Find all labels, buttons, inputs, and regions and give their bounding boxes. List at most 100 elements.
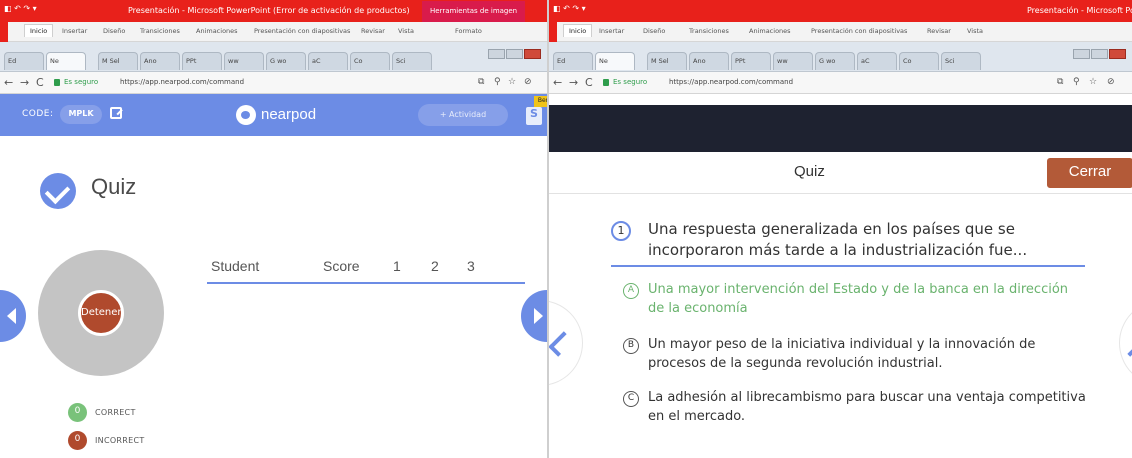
question-divider xyxy=(611,265,1085,267)
star-icon[interactable]: ☆ xyxy=(508,77,516,87)
column-score: Score xyxy=(323,258,360,274)
browser-tab[interactable]: aC xyxy=(857,52,897,70)
browser-tab[interactable]: M Sel xyxy=(647,52,687,70)
ribbon-tab-inicio[interactable]: Inicio xyxy=(24,24,54,37)
ribbon-tab-transiciones[interactable]: Transiciones xyxy=(140,27,180,35)
quick-access-icons[interactable]: ◧ ↶ ↷ ▾ xyxy=(553,4,586,13)
logo-text: nearpod xyxy=(261,106,317,123)
maximize-button[interactable] xyxy=(506,49,523,59)
ribbon-tab-vista[interactable]: Vista xyxy=(967,27,983,35)
star-icon[interactable]: ☆ xyxy=(1089,77,1097,87)
lock-icon xyxy=(603,79,609,86)
ribbon-tab-animaciones[interactable]: Animaciones xyxy=(749,27,791,35)
browser-tab[interactable]: ww xyxy=(224,52,264,70)
browser-tab[interactable]: PPt xyxy=(182,52,222,70)
forward-icon[interactable]: → xyxy=(20,76,29,89)
column-q2: 2 xyxy=(431,258,439,274)
browser-tab[interactable]: ww xyxy=(773,52,813,70)
add-activity-button[interactable]: + Actividad xyxy=(418,104,508,126)
close-window-button[interactable] xyxy=(524,49,541,59)
column-q3: 3 xyxy=(467,258,475,274)
corner-tag: Ber xyxy=(534,96,547,107)
previous-slide-button[interactable] xyxy=(0,290,26,342)
ribbon-tab-diseno[interactable]: Diseño xyxy=(643,27,665,35)
browser-tab[interactable]: G wo xyxy=(266,52,306,70)
context-tab-image-tools[interactable]: Herramientas de imagen xyxy=(422,1,526,22)
nearpod-header: CODE: MPLK nearpod + Actividad S Ber xyxy=(0,94,547,136)
ribbon-tabs: Inicio Insertar Diseño Transiciones Anim… xyxy=(0,22,547,42)
file-tab[interactable] xyxy=(0,22,8,42)
browser-tab[interactable]: Ed xyxy=(4,52,44,70)
reload-icon[interactable]: C xyxy=(36,76,44,89)
file-tab[interactable] xyxy=(549,22,557,42)
browser-tab[interactable]: aC xyxy=(308,52,348,70)
address-bar: ← → C Es seguro https://app.nearpod.com/… xyxy=(549,72,1132,94)
option-text: La adhesión al librecambismo para buscar… xyxy=(648,390,1086,424)
url-field[interactable]: https://app.nearpod.com/command xyxy=(120,78,244,86)
side-panel-badge[interactable]: S xyxy=(526,107,542,125)
url-field[interactable]: https://app.nearpod.com/command xyxy=(669,78,793,86)
option-letter: A xyxy=(623,283,639,299)
progress-ring: Detener xyxy=(38,250,164,376)
browser-tab[interactable]: Ed xyxy=(553,52,593,70)
browser-tabstrip: Ed Ne M Sel Ano PPt ww G wo aC Co Sci xyxy=(0,42,547,72)
browser-tabstrip: Ed Ne M Sel Ano PPt ww G wo aC Co Sci xyxy=(549,42,1132,72)
powerpoint-titlebar: ◧ ↶ ↷ ▾ Presentación - Microsoft PowerPo… xyxy=(549,0,1132,22)
browser-tab[interactable]: Co xyxy=(899,52,939,70)
ribbon-tab-presentacion[interactable]: Presentación con diapositivas xyxy=(811,27,907,35)
ribbon-tab-transiciones[interactable]: Transiciones xyxy=(689,27,729,35)
stop-button[interactable]: Detener xyxy=(78,290,124,336)
zoom-icon[interactable]: ⚲ xyxy=(494,77,501,87)
ribbon-tab-revisar[interactable]: Revisar xyxy=(361,27,385,35)
next-slide-button[interactable] xyxy=(521,290,547,342)
minimize-button[interactable] xyxy=(488,49,505,59)
browser-tab[interactable]: Sci xyxy=(392,52,432,70)
browser-tab[interactable]: M Sel xyxy=(98,52,138,70)
student-view-panel: ◧ ↶ ↷ ▾ Presentación - Microsoft PowerPo… xyxy=(547,0,1132,458)
window-controls xyxy=(487,44,543,59)
zoom-icon[interactable]: ⚲ xyxy=(1073,77,1080,87)
share-code-icon[interactable] xyxy=(110,107,122,119)
ribbon-tab-inicio[interactable]: Inicio xyxy=(563,24,593,37)
extensions-icon[interactable]: ⧉ xyxy=(478,77,484,87)
secure-label: Es seguro xyxy=(64,78,99,86)
block-icon[interactable]: ⊘ xyxy=(1107,77,1115,87)
quiz-title: Quiz xyxy=(91,174,137,199)
previous-question-button[interactable] xyxy=(549,300,583,386)
forward-icon[interactable]: → xyxy=(569,76,578,89)
column-student: Student xyxy=(211,258,260,274)
nearpod-logo-icon xyxy=(236,105,256,125)
maximize-button[interactable] xyxy=(1091,49,1108,59)
ribbon-tab-diseno[interactable]: Diseño xyxy=(103,27,125,35)
quiz-bar: Quiz Cerrar xyxy=(549,152,1132,194)
browser-tab[interactable]: Sci xyxy=(941,52,981,70)
ribbon-tab-formato[interactable]: Formato xyxy=(455,27,482,35)
ribbon-tab-presentacion[interactable]: Presentación con diapositivas xyxy=(254,27,350,35)
ribbon-tab-vista[interactable]: Vista xyxy=(398,27,414,35)
close-quiz-button[interactable]: Cerrar xyxy=(1047,158,1132,188)
back-icon[interactable]: ← xyxy=(553,76,562,89)
incorrect-count: 0 xyxy=(68,431,87,450)
powerpoint-titlebar: ◧ ↶ ↷ ▾ Presentación - Microsoft PowerPo… xyxy=(0,0,547,22)
browser-tab[interactable]: Ano xyxy=(140,52,180,70)
browser-tab[interactable]: PPt xyxy=(731,52,771,70)
ribbon-tab-revisar[interactable]: Revisar xyxy=(927,27,951,35)
reload-icon[interactable]: C xyxy=(585,76,593,89)
browser-tab-active[interactable]: Ne xyxy=(46,52,86,70)
close-window-button[interactable] xyxy=(1109,49,1126,59)
ribbon-tab-insertar[interactable]: Insertar xyxy=(62,27,87,35)
ribbon-tab-insertar[interactable]: Insertar xyxy=(599,27,624,35)
quick-access-icons[interactable]: ◧ ↶ ↷ ▾ xyxy=(4,4,37,13)
next-question-button[interactable] xyxy=(1119,300,1132,386)
option-text: Una mayor intervención del Estado y de l… xyxy=(648,282,1069,316)
browser-tab[interactable]: G wo xyxy=(815,52,855,70)
browser-tab[interactable]: Ano xyxy=(689,52,729,70)
minimize-button[interactable] xyxy=(1073,49,1090,59)
extensions-icon[interactable]: ⧉ xyxy=(1057,77,1063,87)
back-icon[interactable]: ← xyxy=(4,76,13,89)
ribbon-tab-animaciones[interactable]: Animaciones xyxy=(196,27,238,35)
block-icon[interactable]: ⊘ xyxy=(524,77,532,87)
browser-tab-active[interactable]: Ne xyxy=(595,52,635,70)
browser-tab[interactable]: Co xyxy=(350,52,390,70)
window-title: Presentación - Microsoft PowerPoint xyxy=(1027,6,1132,15)
